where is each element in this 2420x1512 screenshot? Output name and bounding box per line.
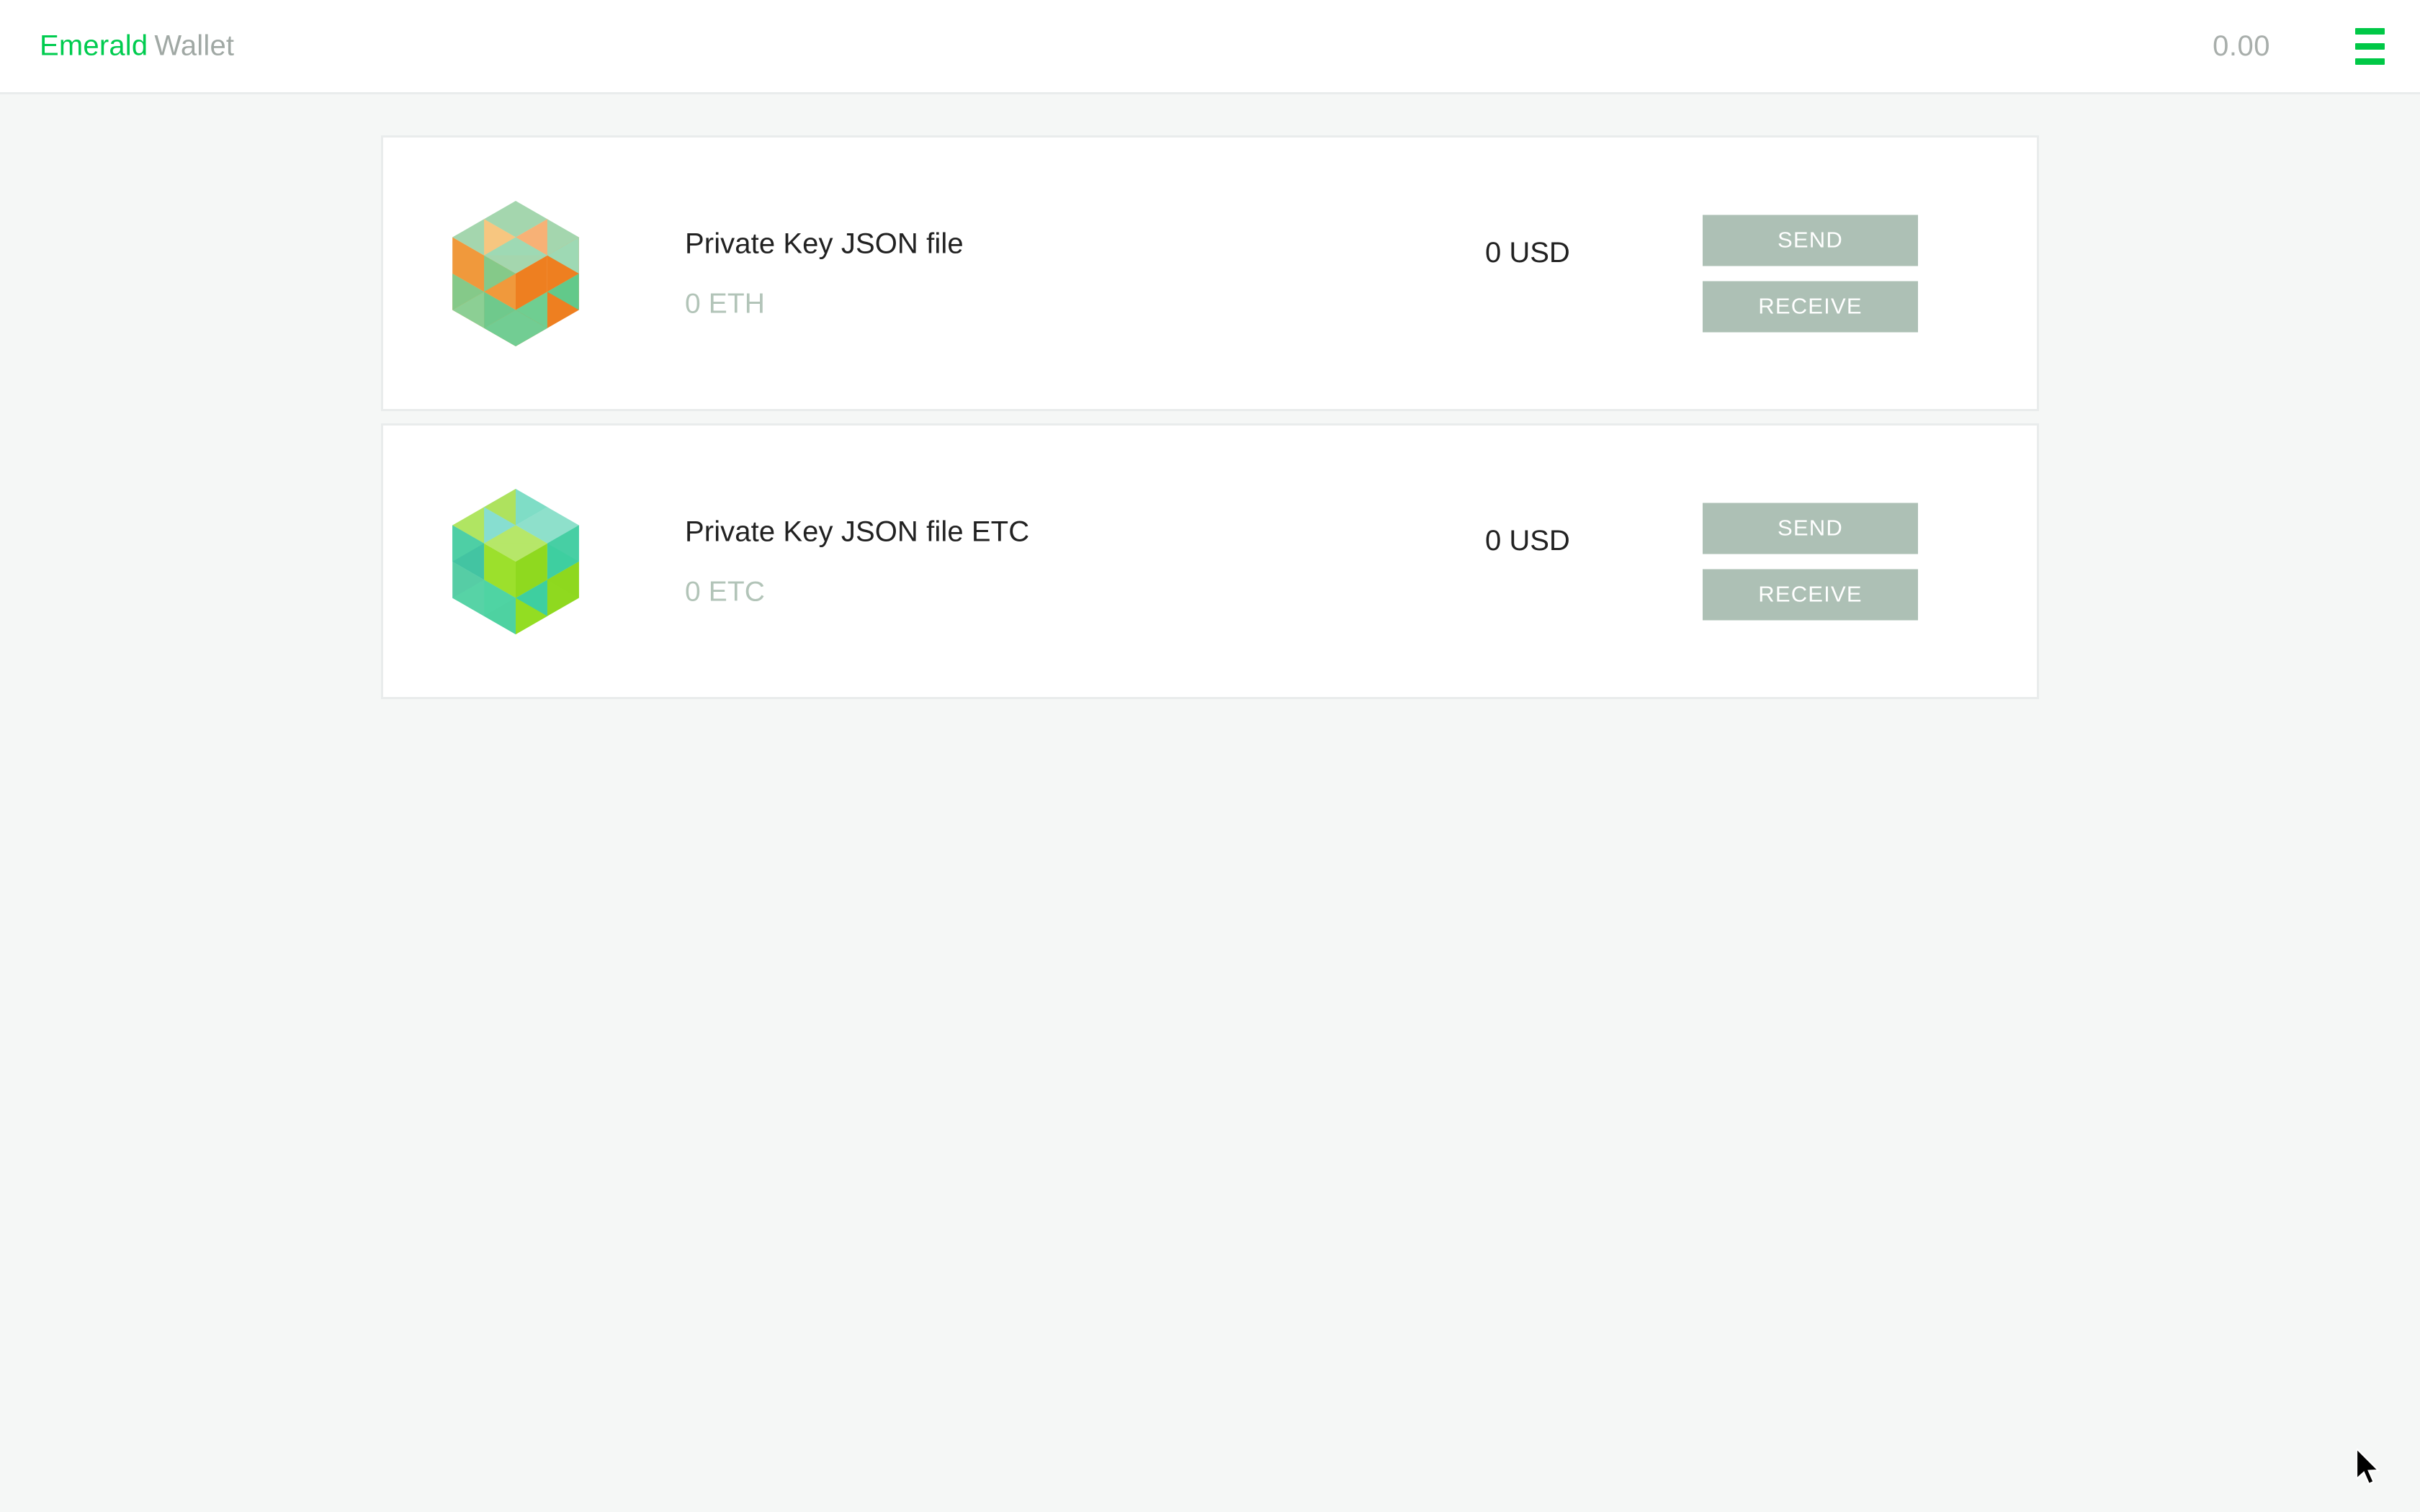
account-card[interactable]: Private Key JSON file ETC 0 ETC 0 USD SE… bbox=[381, 423, 2039, 699]
menu-bar-bottom bbox=[2354, 58, 2385, 65]
emerald-cube-etc-icon bbox=[443, 488, 588, 634]
account-card[interactable]: Private Key JSON file 0 ETH 0 USD SEND R… bbox=[381, 135, 2039, 411]
app-brand: Emerald Wallet bbox=[40, 30, 234, 63]
account-name: Private Key JSON file bbox=[685, 228, 964, 259]
brand-name-secondary: Wallet bbox=[154, 30, 235, 62]
header-right-group: 0.00 bbox=[2213, 0, 2420, 92]
send-button[interactable]: SEND bbox=[1703, 215, 1918, 266]
account-actions: SEND RECEIVE bbox=[1703, 503, 1918, 620]
hamburger-menu-icon[interactable] bbox=[2335, 12, 2404, 81]
app-header: Emerald Wallet 0.00 bbox=[0, 0, 2420, 94]
account-balance: 0 ETH bbox=[685, 288, 766, 319]
account-info: Private Key JSON file 0 ETH bbox=[685, 229, 964, 318]
account-fiat-value: 0 USD bbox=[1485, 524, 1570, 557]
receive-button[interactable]: RECEIVE bbox=[1703, 569, 1918, 620]
brand-name-primary: Emerald bbox=[40, 30, 148, 62]
emerald-cube-eth-icon bbox=[443, 200, 588, 346]
account-balance: 0 ETC bbox=[685, 576, 766, 607]
total-balance: 0.00 bbox=[2213, 30, 2270, 62]
accounts-list: Private Key JSON file 0 ETH 0 USD SEND R… bbox=[0, 94, 2420, 1512]
menu-bar-middle bbox=[2354, 42, 2385, 50]
receive-button[interactable]: RECEIVE bbox=[1703, 281, 1918, 332]
account-name: Private Key JSON file ETC bbox=[685, 516, 1030, 547]
account-actions: SEND RECEIVE bbox=[1703, 215, 1918, 332]
account-fiat-value: 0 USD bbox=[1485, 236, 1570, 269]
account-info: Private Key JSON file ETC 0 ETC bbox=[685, 517, 1029, 606]
menu-bar-top bbox=[2354, 27, 2385, 35]
send-button[interactable]: SEND bbox=[1703, 503, 1918, 554]
